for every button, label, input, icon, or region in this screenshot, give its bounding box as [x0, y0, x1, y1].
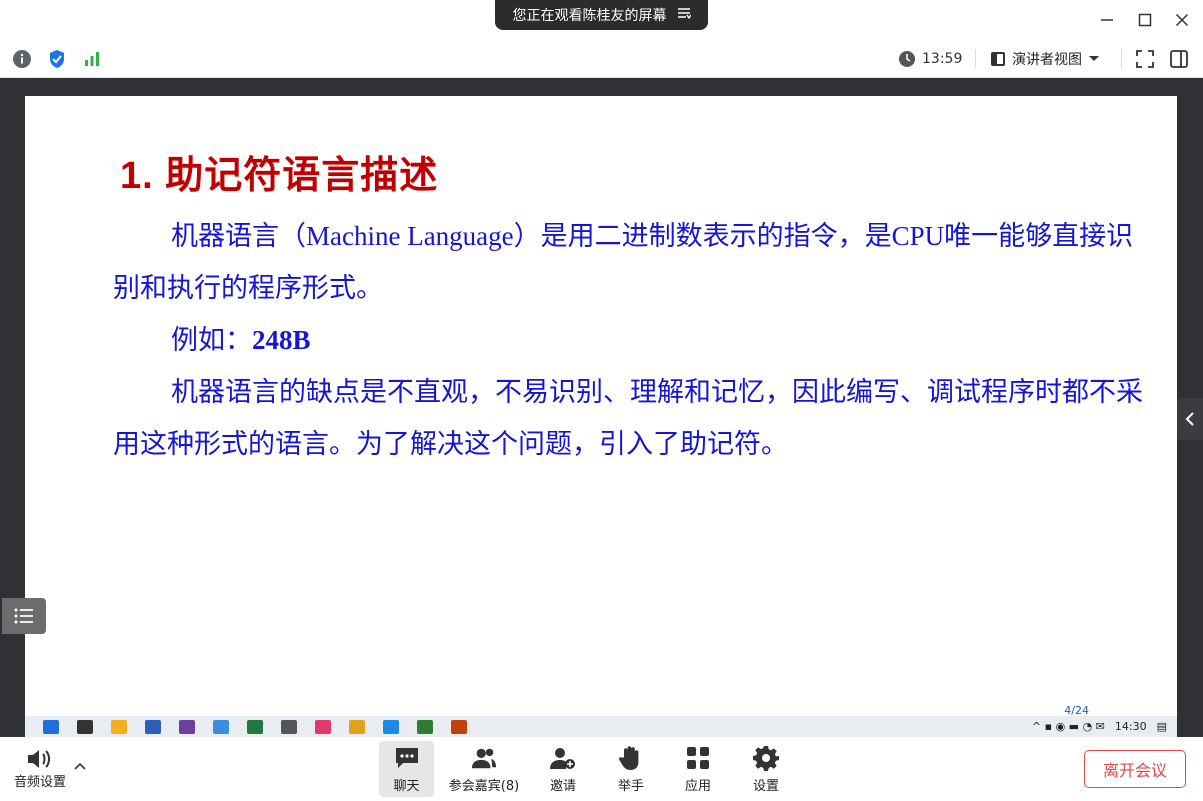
slide-title: 1. 助记符语言描述 — [120, 155, 439, 197]
add-user-icon — [550, 745, 576, 771]
apps-label: 应用 — [684, 778, 711, 794]
notification-icon: ▤ — [1156, 720, 1167, 733]
apps-button[interactable]: 应用 — [675, 741, 721, 797]
maximize-button[interactable] — [1131, 8, 1159, 32]
remote-app-icon — [281, 719, 297, 734]
chat-button[interactable]: 聊天 — [379, 741, 434, 797]
remote-app-icon — [111, 719, 127, 734]
meeting-time: 13:59 — [922, 51, 963, 67]
remote-app-icon — [383, 719, 399, 734]
slide-paragraph-3: 机器语言的缺点是不直观，不易识别、理解和记忆，因此编写、调试程序时都不采用这种形… — [113, 377, 1143, 459]
remote-app-icon — [179, 719, 195, 734]
example-value: 248B — [252, 325, 311, 355]
remote-app-icon — [451, 719, 467, 734]
view-mode-label: 演讲者视图 — [1012, 52, 1082, 68]
remote-app-icon — [349, 719, 365, 734]
info-icon[interactable] — [11, 48, 33, 70]
layout-icon — [991, 52, 1005, 66]
chat-label: 聊天 — [393, 778, 420, 794]
share-banner[interactable]: 您正在观看陈桂友的屏幕 — [495, 0, 708, 30]
view-mode-dropdown[interactable]: 演讲者视图 — [990, 48, 1100, 70]
remote-app-icon — [43, 719, 59, 734]
clock-icon — [899, 51, 915, 67]
remote-app-icon — [247, 719, 263, 734]
speaker-icon — [28, 750, 50, 768]
title-bar: 您正在观看陈桂友的屏幕 — [0, 0, 1203, 40]
remote-taskbar: ^ ▪ ◉ ▬ ◔ ✉ 14:30 ▤ — [25, 716, 1177, 737]
leave-meeting-button[interactable]: 离开会议 — [1084, 750, 1186, 788]
settings-label: 设置 — [752, 778, 779, 794]
participants-icon — [471, 745, 497, 771]
remote-app-icon — [417, 719, 433, 734]
remote-app-icon — [315, 719, 331, 734]
remote-system-tray: ^ ▪ ◉ ▬ ◔ ✉ 14:30 ▤ — [1032, 716, 1167, 737]
tray-icons: ^ ▪ ◉ ▬ ◔ ✉ — [1031, 720, 1105, 733]
chevron-left-icon — [1185, 412, 1194, 426]
fullscreen-icon[interactable] — [1134, 48, 1156, 70]
meeting-timer: 13:59 — [898, 48, 962, 70]
toolbar-divider — [1121, 49, 1122, 69]
close-button[interactable] — [1168, 8, 1196, 32]
participants-label: 参会嘉宾(8) — [448, 778, 520, 794]
shared-screen: 1. 助记符语言描述 机器语言（Machine Language）是用二进制数表… — [0, 78, 1203, 737]
toolbar-divider — [975, 49, 976, 69]
participants-button[interactable]: 参会嘉宾(8) — [446, 741, 522, 797]
meeting-controls-bar: 音频设置 聊天 参会嘉宾(8) 邀请 举手 应用 设置 离开会议 — [0, 737, 1203, 801]
audio-settings-label: 音频设置 — [14, 775, 67, 790]
raise-hand-button[interactable]: 举手 — [608, 741, 654, 797]
hand-icon — [618, 745, 644, 771]
shield-icon[interactable] — [46, 48, 68, 70]
remote-taskbar-icons — [25, 719, 467, 734]
slide-paragraph-1: 机器语言（Machine Language）是用二进制数表示的指令，是CPU唯一… — [113, 221, 1134, 303]
collapse-panel-arrow[interactable] — [1177, 398, 1203, 440]
signal-strength-icon[interactable] — [81, 48, 103, 70]
remote-app-icon — [77, 719, 93, 734]
presentation-slide: 1. 助记符语言描述 机器语言（Machine Language）是用二进制数表… — [25, 96, 1177, 717]
chevron-down-icon — [1089, 56, 1099, 61]
audio-settings-button[interactable]: 音频设置 — [14, 747, 66, 790]
invite-button[interactable]: 邀请 — [540, 741, 586, 797]
remote-app-icon — [145, 719, 161, 734]
sidebar-toggle-icon[interactable] — [1168, 48, 1190, 70]
chat-icon — [394, 745, 420, 771]
remote-app-icon — [213, 719, 229, 734]
meeting-toolbar: 13:59 演讲者视图 — [0, 40, 1203, 78]
annotation-menu-button[interactable] — [2, 598, 46, 634]
share-banner-text: 您正在观看陈桂友的屏幕 — [512, 8, 667, 24]
raise-hand-label: 举手 — [617, 778, 644, 794]
example-prefix: 例如： — [171, 325, 252, 355]
minimize-button[interactable] — [1093, 8, 1121, 32]
remote-clock: 14:30 — [1114, 720, 1147, 733]
chevron-up-icon[interactable] — [74, 759, 86, 773]
gear-icon — [753, 745, 779, 771]
invite-label: 邀请 — [549, 778, 576, 794]
settings-button[interactable]: 设置 — [743, 741, 789, 797]
list-icon — [14, 608, 33, 624]
apps-icon — [685, 745, 711, 771]
slide-paragraph-2: 例如：248B — [171, 314, 311, 366]
banner-menu-icon[interactable] — [677, 7, 692, 23]
